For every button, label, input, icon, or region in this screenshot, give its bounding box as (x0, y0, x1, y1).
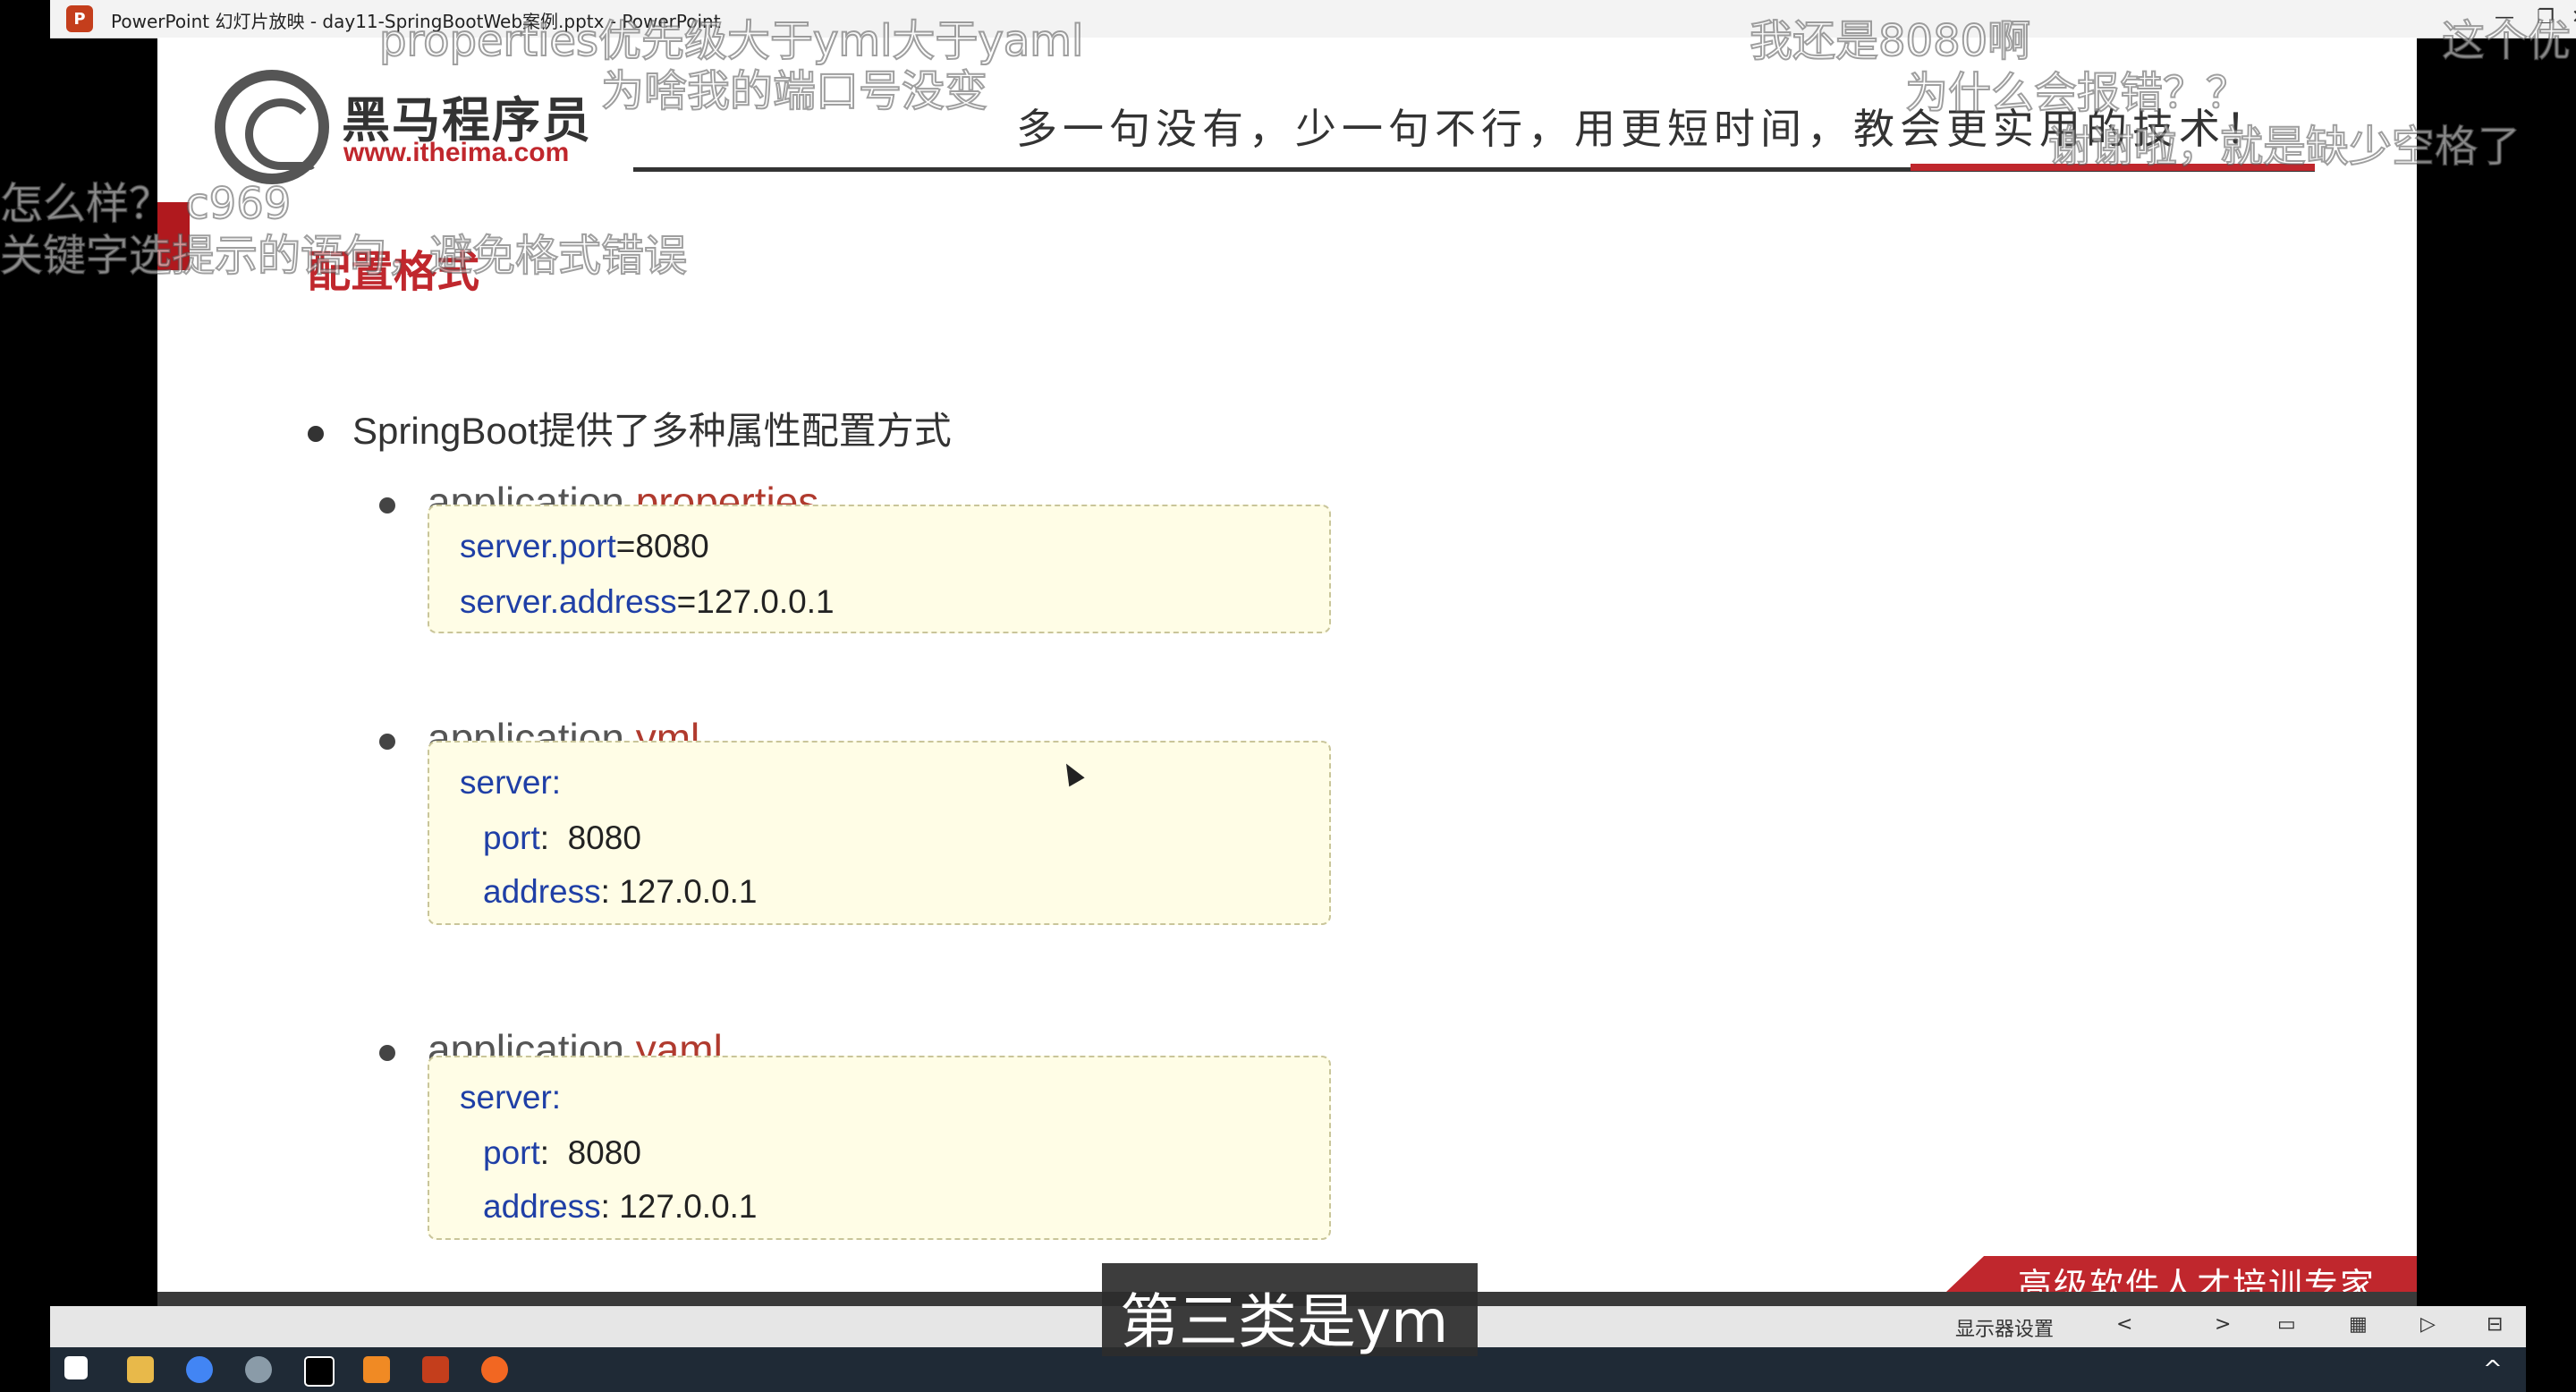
code-sep: : (600, 873, 610, 910)
chevron-up-icon[interactable]: ^ (2483, 1356, 2503, 1383)
code-line: port: 8080 (483, 1134, 641, 1172)
code-block-properties: server.port=8080 server.address=127.0.0.… (428, 505, 1331, 633)
normal-view-icon[interactable]: ▭ (2277, 1313, 2296, 1336)
code-line: port: 8080 (483, 819, 641, 857)
bullet-dot-icon (308, 425, 324, 442)
app-icon[interactable] (245, 1356, 272, 1383)
code-line: server.address=127.0.0.1 (460, 583, 835, 621)
app-icon[interactable] (481, 1356, 508, 1383)
chrome-icon[interactable] (186, 1356, 213, 1383)
code-key: server.port (460, 528, 616, 564)
code-key: server.address (460, 583, 677, 620)
app-icon[interactable] (363, 1356, 390, 1383)
code-line: server.port=8080 (460, 528, 709, 565)
danmaku-comment: 为啥我的端口号没变 (600, 65, 988, 117)
code-block-yml: server: port: 8080 address: 127.0.0.1 (428, 741, 1331, 925)
presenter-view-icon[interactable]: ⊟ (2487, 1313, 2503, 1336)
code-line: server: (460, 1079, 561, 1116)
danmaku-comment: 关键字选提示的语句，避免格式错误 (0, 230, 688, 282)
bullet-dot-icon (379, 733, 395, 750)
code-sep: : (600, 1188, 610, 1225)
code-value: 8080 (567, 1134, 641, 1171)
subtitle-text: 第三类是ym (1120, 1287, 1449, 1356)
display-settings-button[interactable]: 显示器设置 (1955, 1313, 2054, 1342)
brand-url: www.itheima.com (343, 138, 570, 167)
reading-view-icon[interactable]: ▷ (2420, 1313, 2436, 1336)
code-key: server: (460, 764, 562, 801)
powerpoint-icon: P (66, 5, 93, 32)
itheima-logo-icon (215, 70, 329, 184)
code-value: 127.0.0.1 (696, 583, 835, 620)
code-key: address (483, 873, 601, 910)
code-line: address: 127.0.0.1 (483, 1188, 758, 1226)
danmaku-comment: 谢谢啦，就是缺少空格了 (2047, 121, 2521, 173)
slide-sorter-icon[interactable]: ▦ (2349, 1313, 2368, 1336)
powerpoint-taskbar-icon[interactable] (422, 1356, 449, 1383)
code-line: address: 127.0.0.1 (483, 873, 758, 911)
windows-start-icon[interactable] (64, 1356, 88, 1379)
code-sep: = (676, 583, 697, 620)
code-value: 127.0.0.1 (619, 1188, 758, 1225)
code-value: 8080 (635, 528, 709, 564)
bullet-dot-icon (379, 1044, 395, 1061)
prev-slide-button[interactable]: < (2116, 1313, 2132, 1336)
danmaku-comment: 这个优 (2441, 15, 2572, 67)
code-line: server: (460, 764, 561, 802)
bullet-dot-icon (379, 497, 395, 514)
code-sep: = (615, 528, 636, 564)
code-key: address (483, 1188, 601, 1225)
intellij-icon[interactable] (304, 1356, 335, 1387)
code-value: 127.0.0.1 (619, 873, 758, 910)
file-explorer-icon[interactable] (127, 1356, 154, 1383)
code-sep: : (539, 819, 550, 856)
code-key: port (483, 1134, 540, 1171)
code-key: server: (460, 1079, 562, 1116)
main-bullet: SpringBoot提供了多种属性配置方式 (308, 401, 952, 455)
code-key: port (483, 819, 540, 856)
code-sep: : (539, 1134, 550, 1171)
code-value: 8080 (567, 819, 641, 856)
code-block-yaml: server: port: 8080 address: 127.0.0.1 (428, 1056, 1331, 1240)
next-slide-button[interactable]: > (2215, 1313, 2231, 1336)
main-bullet-text: SpringBoot提供了多种属性配置方式 (352, 410, 952, 452)
